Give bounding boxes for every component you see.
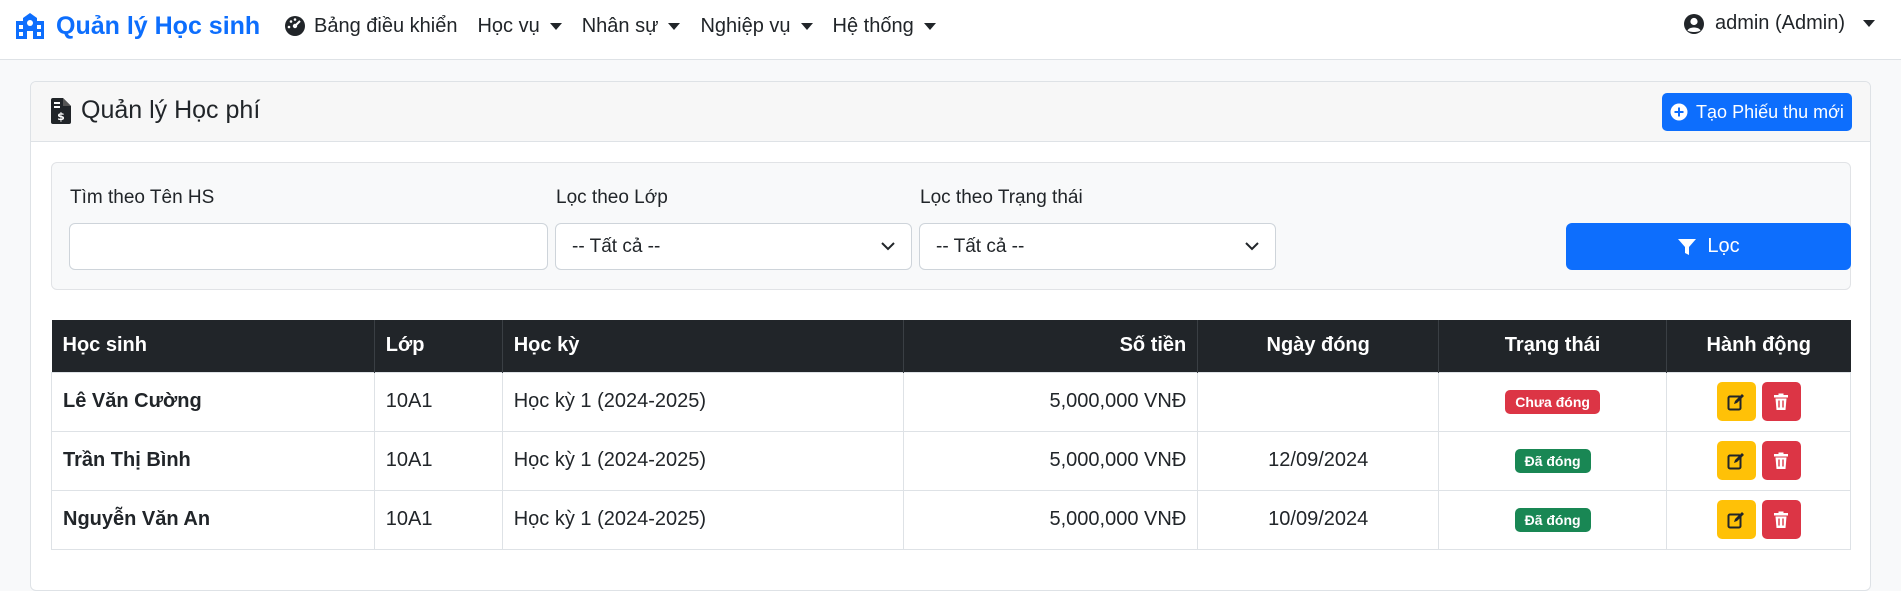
top-navbar: Quản lý Học sinh Bảng điều khiển Học vụ … bbox=[0, 0, 1901, 60]
status-badge: Đã đóng bbox=[1514, 448, 1591, 473]
table-header-row: Học sinh Lớp Học kỳ Số tiền Ngày đóng Tr… bbox=[51, 320, 1851, 372]
status-filter-select[interactable]: -- Tất cả -- bbox=[919, 223, 1276, 270]
card-header: $ Quản lý Học phí Tạo Phiếu thu mới bbox=[31, 82, 1870, 142]
edit-button[interactable] bbox=[1716, 382, 1756, 421]
filter-button[interactable]: Lọc bbox=[1566, 223, 1851, 270]
create-receipt-label: Tạo Phiếu thu mới bbox=[1696, 101, 1844, 122]
caret-down-icon bbox=[668, 22, 681, 30]
edit-button[interactable] bbox=[1716, 441, 1756, 480]
user-circle-icon bbox=[1683, 13, 1704, 34]
cell-student: Lê Văn Cường bbox=[51, 371, 375, 432]
cell-actions bbox=[1666, 489, 1851, 550]
caret-down-icon bbox=[549, 22, 562, 30]
cell-term: Học kỳ 1 (2024-2025) bbox=[501, 430, 905, 491]
cell-actions bbox=[1666, 430, 1851, 491]
create-receipt-button[interactable]: Tạo Phiếu thu mới bbox=[1662, 93, 1852, 131]
name-filter-label: Tìm theo Tên HS bbox=[70, 187, 215, 208]
caret-down-icon bbox=[1863, 20, 1875, 27]
table-row: Trần Thị Bình 10A1 Học kỳ 1 (2024-2025) … bbox=[51, 430, 1851, 491]
nav-personnel-dropdown[interactable]: Nhân sự bbox=[582, 15, 681, 38]
cell-amount: 5,000,000 VNĐ bbox=[903, 430, 1199, 491]
delete-button[interactable] bbox=[1761, 441, 1801, 480]
edit-icon bbox=[1727, 511, 1744, 528]
status-filter-value: -- Tất cả -- bbox=[936, 235, 1025, 257]
main-nav: Bảng điều khiển Học vụ Nhân sự Nghiệp vụ… bbox=[284, 12, 956, 40]
school-icon bbox=[16, 13, 44, 39]
class-filter-label: Lọc theo Lớp bbox=[556, 187, 668, 208]
cell-status: Đã đóng bbox=[1438, 489, 1668, 550]
cell-paid-date bbox=[1197, 371, 1440, 432]
plus-circle-icon bbox=[1670, 103, 1688, 121]
delete-button[interactable] bbox=[1761, 382, 1801, 421]
nav-operations-label: Nghiệp vụ bbox=[700, 14, 791, 37]
nav-operations-dropdown[interactable]: Nghiệp vụ bbox=[700, 14, 813, 38]
filter-panel: Tìm theo Tên HS Lọc theo Lớp -- Tất cả -… bbox=[51, 162, 1851, 290]
header-paid-date: Ngày đóng bbox=[1197, 320, 1440, 372]
cell-student: Trần Thị Bình bbox=[51, 430, 375, 491]
trash-icon bbox=[1774, 452, 1788, 469]
header-actions: Hành động bbox=[1706, 334, 1811, 357]
chevron-down-icon bbox=[1245, 242, 1259, 251]
cell-class: 10A1 bbox=[373, 371, 503, 432]
caret-down-icon bbox=[800, 22, 813, 30]
status-badge: Đã đóng bbox=[1514, 507, 1591, 532]
cell-class: 10A1 bbox=[373, 489, 503, 550]
cell-paid-date: 12/09/2024 bbox=[1197, 430, 1440, 491]
svg-text:$: $ bbox=[57, 110, 65, 123]
fee-management-card: $ Quản lý Học phí Tạo Phiếu thu mới Tìm … bbox=[30, 81, 1871, 591]
nav-personnel-label: Nhân sự bbox=[581, 14, 659, 37]
page-title-text: Quản lý Học phí bbox=[81, 96, 261, 124]
brand-title: Quản lý Học sinh bbox=[56, 11, 261, 40]
class-filter-select[interactable]: -- Tất cả -- bbox=[555, 223, 912, 270]
chevron-down-icon bbox=[881, 242, 895, 251]
nav-academic-label: Học vụ bbox=[477, 14, 540, 37]
fee-table: Học sinh Lớp Học kỳ Số tiền Ngày đóng Tr… bbox=[51, 320, 1851, 550]
user-name: admin (Admin) bbox=[1714, 12, 1845, 34]
cell-class: 10A1 bbox=[373, 430, 503, 491]
trash-icon bbox=[1774, 393, 1788, 410]
cell-term: Học kỳ 1 (2024-2025) bbox=[501, 371, 905, 432]
nav-dashboard-label: Bảng điều khiển bbox=[314, 14, 458, 37]
cell-status: Đã đóng bbox=[1438, 430, 1668, 491]
trash-icon bbox=[1774, 511, 1788, 528]
nav-academic-dropdown[interactable]: Học vụ bbox=[477, 14, 562, 38]
student-name-search-input[interactable] bbox=[69, 223, 548, 270]
edit-icon bbox=[1727, 452, 1744, 469]
nav-system-label: Hệ thống bbox=[832, 14, 914, 37]
invoice-dollar-icon: $ bbox=[51, 97, 71, 124]
edit-button[interactable] bbox=[1716, 500, 1756, 539]
delete-button[interactable] bbox=[1761, 500, 1801, 539]
header-status: Trạng thái bbox=[1438, 320, 1668, 372]
cell-paid-date: 10/09/2024 bbox=[1197, 489, 1440, 550]
cell-term: Học kỳ 1 (2024-2025) bbox=[501, 489, 905, 550]
status-filter-label: Lọc theo Trạng thái bbox=[920, 187, 1083, 208]
table-row: Lê Văn Cường 10A1 Học kỳ 1 (2024-2025) 5… bbox=[51, 371, 1851, 432]
dashboard-icon bbox=[285, 16, 305, 36]
user-menu[interactable]: admin (Admin) bbox=[1683, 12, 1875, 35]
header-amount: Số tiền bbox=[903, 320, 1199, 372]
cell-status: Chưa đóng bbox=[1438, 371, 1668, 432]
cell-student: Nguyễn Văn An bbox=[51, 489, 375, 550]
edit-icon bbox=[1727, 393, 1744, 410]
page-title: $ Quản lý Học phí bbox=[51, 96, 260, 125]
nav-dashboard[interactable]: Bảng điều khiển bbox=[284, 15, 457, 38]
status-badge: Chưa đóng bbox=[1505, 389, 1600, 414]
header-student: Học sinh bbox=[51, 320, 375, 372]
brand-link[interactable]: Quản lý Học sinh bbox=[14, 10, 260, 42]
cell-amount: 5,000,000 VNĐ bbox=[903, 489, 1199, 550]
funnel-icon bbox=[1678, 238, 1697, 255]
cell-actions bbox=[1666, 371, 1851, 432]
filter-button-label: Lọc bbox=[1707, 235, 1740, 257]
class-filter-value: -- Tất cả -- bbox=[572, 235, 661, 257]
nav-system-dropdown[interactable]: Hệ thống bbox=[833, 15, 936, 38]
header-term: Học kỳ bbox=[502, 320, 905, 372]
header-class: Lớp bbox=[374, 320, 503, 372]
caret-down-icon bbox=[923, 22, 936, 30]
table-row: Nguyễn Văn An 10A1 Học kỳ 1 (2024-2025) … bbox=[51, 489, 1851, 550]
cell-amount: 5,000,000 VNĐ bbox=[903, 371, 1199, 432]
